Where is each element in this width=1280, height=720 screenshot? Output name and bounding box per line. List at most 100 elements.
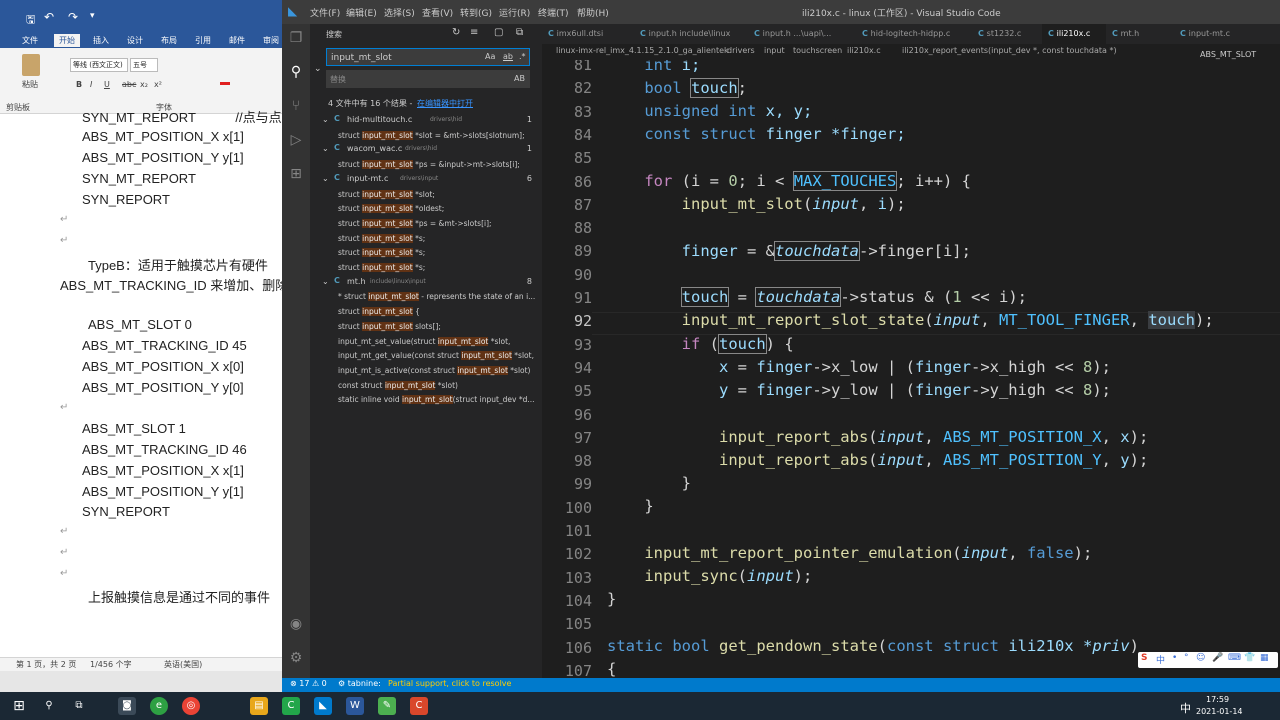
clear-results-icon[interactable]: ≡ [470,27,478,38]
settings-gear-icon[interactable]: ⚙ [288,650,304,666]
breadcrumb-item[interactable]: ili210x_report_events(input_dev *, const… [902,46,1117,55]
menu-go[interactable]: 转到(G) [460,6,492,19]
result-match-row[interactable]: struct input_mt_slot *ps = &mt->slots[i]… [310,217,542,231]
ime-punctuation-icon[interactable]: • [1172,653,1177,663]
font-name-select[interactable]: 等线 (西文正文) [70,58,128,72]
outline-symbol[interactable]: ABS_MT_SLOT [1200,50,1256,59]
clion-icon[interactable]: C [282,697,300,715]
camera-app-icon[interactable]: ◙ [118,697,136,715]
result-match-row[interactable]: struct input_mt_slot *s; [310,261,542,275]
breadcrumb-item[interactable]: touchscreen [793,46,842,55]
search-icon[interactable]: ⚲ [40,697,58,715]
page-count[interactable]: 第 1 页，共 2 页 [16,659,76,670]
subscript-button[interactable]: x₂ [140,80,148,89]
result-match-row[interactable]: struct input_mt_slot *s; [310,246,542,260]
result-match-row[interactable]: input_mt_set_value(struct input_mt_slot … [310,335,542,349]
regex-icon[interactable]: .* [519,52,526,61]
search-input[interactable]: input_mt_slot Aa ab .* [326,48,530,66]
editor-tab[interactable]: C ili210x.c [1042,24,1106,44]
replace-input[interactable]: 替换 AB [326,70,530,88]
notepad-icon[interactable]: ✎ [378,697,396,715]
font-color-icon[interactable] [220,82,230,85]
menu-file[interactable]: 文件(F) [310,6,340,19]
font-size-select[interactable]: 五号 [130,58,158,72]
clock-date[interactable]: 2021-01-14 [1196,707,1243,716]
result-file-row[interactable]: ⌄ Cinput-mt.c drivers\input 6 [310,173,542,187]
editor-tab[interactable]: C input.h ...\uapi\... [748,24,856,44]
editor-tab[interactable]: C st1232.c [972,24,1042,44]
result-match-row[interactable]: struct input_mt_slot { [310,305,542,319]
result-file-row[interactable]: ⌄ Cmt.h include\linux\input 8 [310,276,542,290]
match-case-icon[interactable]: Aa [485,52,495,61]
result-file-row[interactable]: ⌄ Chid-multitouch.c drivers\hid 1 [310,114,542,128]
result-match-row[interactable]: * struct input_mt_slot - represents the … [310,290,542,304]
bold-button[interactable]: B [76,80,82,89]
editor-tab[interactable]: C input.h include\linux [634,24,748,44]
browser-360-icon[interactable]: e [150,697,168,715]
task-view-icon[interactable]: ⧉ [70,697,88,715]
start-windows-icon[interactable]: ⊞ [10,697,28,715]
word-document-page[interactable]: SYN_MT_REPORT //点与点 ABS_MT_POSITION_X x[… [0,110,282,657]
tab-design[interactable]: 设计 [127,35,143,46]
recorder-icon[interactable]: C [410,697,428,715]
ime-emoji-icon[interactable]: ☺ [1196,653,1205,663]
result-match-row[interactable]: const struct input_mt_slot *slot) [310,379,542,393]
menu-selection[interactable]: 选择(S) [384,6,415,19]
ime-width-icon[interactable]: ° [1184,653,1189,663]
underline-button[interactable]: U [104,80,110,89]
tab-references[interactable]: 引用 [195,35,211,46]
folder-icon[interactable]: ▤ [250,697,268,715]
new-search-editor-icon[interactable]: ▢ [494,27,503,38]
editor-tab[interactable]: C imx6ull.dtsi [542,24,634,44]
redo-icon[interactable]: ↷ [68,10,78,24]
result-match-row[interactable]: struct input_mt_slot *slot; [310,188,542,202]
collapse-all-icon[interactable]: ⧉ [516,27,523,38]
breadcrumb-item[interactable]: ili210x.c [847,46,881,55]
result-file-row[interactable]: ⌄ Cwacom_wac.c drivers\hid 1 [310,143,542,157]
tab-file[interactable]: 文件 [22,35,38,46]
extensions-icon[interactable]: ⊞ [288,166,304,182]
save-icon[interactable]: 🖫 [26,11,35,30]
result-match-row[interactable]: input_mt_is_active(const struct input_mt… [310,364,542,378]
run-debug-icon[interactable]: ▷ [288,132,304,148]
clock-time[interactable]: 17:59 [1206,695,1229,704]
menu-run[interactable]: 运行(R) [499,6,530,19]
tab-insert[interactable]: 插入 [93,35,109,46]
ime-toolbox-icon[interactable]: ▦ [1260,653,1269,663]
problems-count[interactable]: ⊗ 17 ⚠ 0 [290,679,327,688]
menu-terminal[interactable]: 终端(T) [538,6,569,19]
source-control-icon[interactable]: ⑂ [288,98,304,114]
chrome-icon[interactable]: ◎ [182,697,200,715]
toggle-replace-icon[interactable]: ⌄ [314,64,322,74]
partial-support-link[interactable]: Partial support, click to resolve [388,679,511,688]
ime-language-toggle[interactable]: 中 [1156,653,1165,666]
italic-button[interactable]: I [90,80,92,89]
result-match-row[interactable]: struct input_mt_slot *s; [310,232,542,246]
undo-icon[interactable]: ↶ [44,10,54,24]
editor-tab[interactable]: C input-mt.c [1174,24,1280,44]
account-icon[interactable]: ◉ [288,616,304,632]
ime-keyboard-icon[interactable]: ⌨ [1228,653,1241,663]
menu-help[interactable]: 帮助(H) [577,6,609,19]
tab-review[interactable]: 审阅 [263,35,279,46]
search-icon[interactable]: ⚲ [288,64,304,80]
result-match-row[interactable]: struct input_mt_slot slots[]; [310,320,542,334]
language[interactable]: 英语(美国) [164,659,202,670]
breadcrumb-item[interactable]: linux-imx-rel_imx_4.1.15_2.1.0_ga_alient… [556,46,729,55]
vscode-taskbar-icon[interactable]: ◣ [314,697,332,715]
result-match-row[interactable]: static inline void input_mt_slot(struct … [310,393,542,407]
code-editor[interactable]: 81 82 83 84 85 86 87 88 89 90 91 92 93 94 95 96 97 98 99 10… [542,60,1280,678]
result-match-row[interactable]: input_mt_get_value(const struct input_mt… [310,349,542,363]
editor-tab[interactable]: C hid-logitech-hidpp.c [856,24,972,44]
editor-tab[interactable]: C mt.h [1106,24,1174,44]
tab-home[interactable]: 开始 [54,34,80,47]
tray-lang[interactable]: 中 [1180,700,1191,716]
preserve-case-icon[interactable]: AB [514,74,525,83]
superscript-button[interactable]: x² [154,80,162,89]
result-match-row[interactable]: struct input_mt_slot *ps = &input->mt->s… [310,158,542,172]
tab-mailings[interactable]: 邮件 [229,35,245,46]
tab-layout[interactable]: 布局 [161,35,177,46]
result-match-row[interactable]: struct input_mt_slot *slot = &mt->slots[… [310,129,542,143]
result-match-row[interactable]: struct input_mt_slot *oldest; [310,202,542,216]
breadcrumb-item[interactable]: drivers [727,46,755,55]
